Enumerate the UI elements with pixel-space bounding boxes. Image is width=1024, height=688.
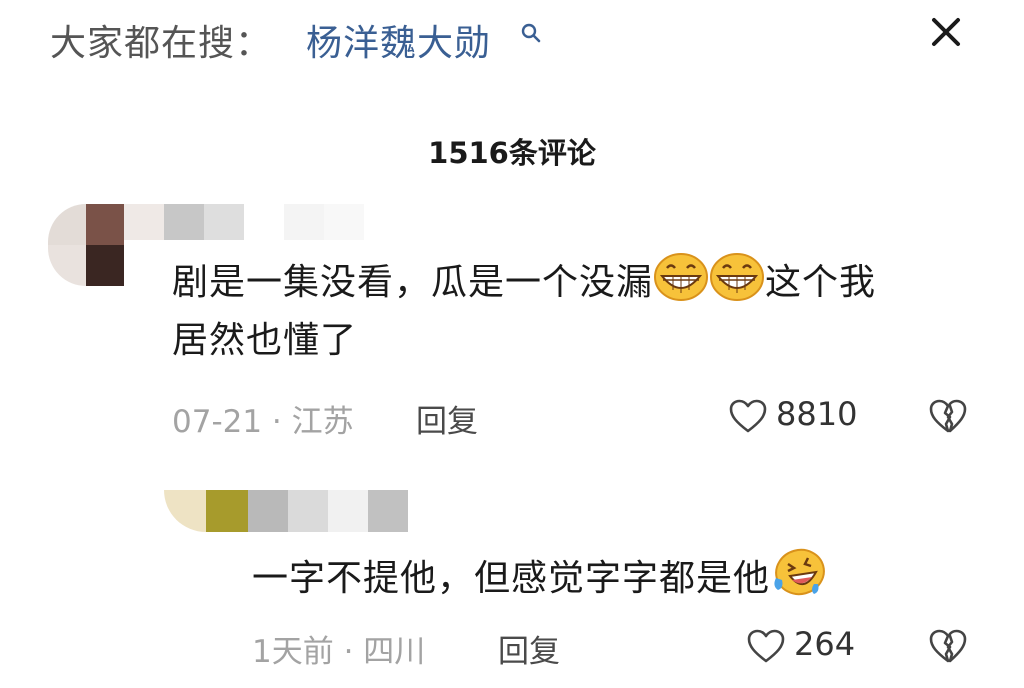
comment-date-location: 07-21 · 江苏 bbox=[172, 404, 354, 440]
heart-icon[interactable] bbox=[728, 398, 768, 434]
username-blurred[interactable] bbox=[124, 204, 364, 240]
comment-text-part: 一字不提他，但感觉字字都是他 bbox=[252, 558, 771, 599]
grin-emoji-icon bbox=[653, 252, 709, 302]
reply-button[interactable]: 回复 bbox=[416, 396, 478, 441]
comment-date-location: 1天前 · 四川 bbox=[252, 634, 426, 670]
search-icon[interactable] bbox=[520, 22, 542, 44]
like-count: 8810 bbox=[776, 395, 858, 433]
like-count: 264 bbox=[794, 625, 856, 663]
avatar[interactable] bbox=[164, 490, 248, 532]
heart-icon[interactable] bbox=[746, 628, 786, 664]
comment-text-part: 剧是一集没看，瓜是一个没漏 bbox=[172, 262, 654, 303]
search-hint-prefix: 大家都在搜： bbox=[50, 23, 273, 64]
broken-heart-icon[interactable] bbox=[928, 398, 968, 434]
comment-text: 一字不提他，但感觉字字都是他 bbox=[252, 548, 992, 608]
comment-text: 剧是一集没看，瓜是一个没漏 这个我 居然也懂了 bbox=[172, 252, 992, 370]
grin-emoji-icon bbox=[709, 252, 765, 302]
broken-heart-icon[interactable] bbox=[928, 628, 968, 664]
comment-text-part: 居然也懂了 bbox=[172, 320, 358, 361]
comment-text-part: 这个我 bbox=[765, 262, 877, 303]
close-icon[interactable] bbox=[924, 10, 968, 54]
comment-count-title: 1516条评论 bbox=[428, 136, 596, 170]
reply-button[interactable]: 回复 bbox=[498, 626, 560, 671]
avatar[interactable] bbox=[48, 204, 124, 286]
laughing-crying-emoji-icon bbox=[770, 548, 826, 598]
username-blurred[interactable] bbox=[248, 490, 408, 532]
search-hint-term[interactable]: 杨洋魏大勋 bbox=[306, 14, 491, 66]
